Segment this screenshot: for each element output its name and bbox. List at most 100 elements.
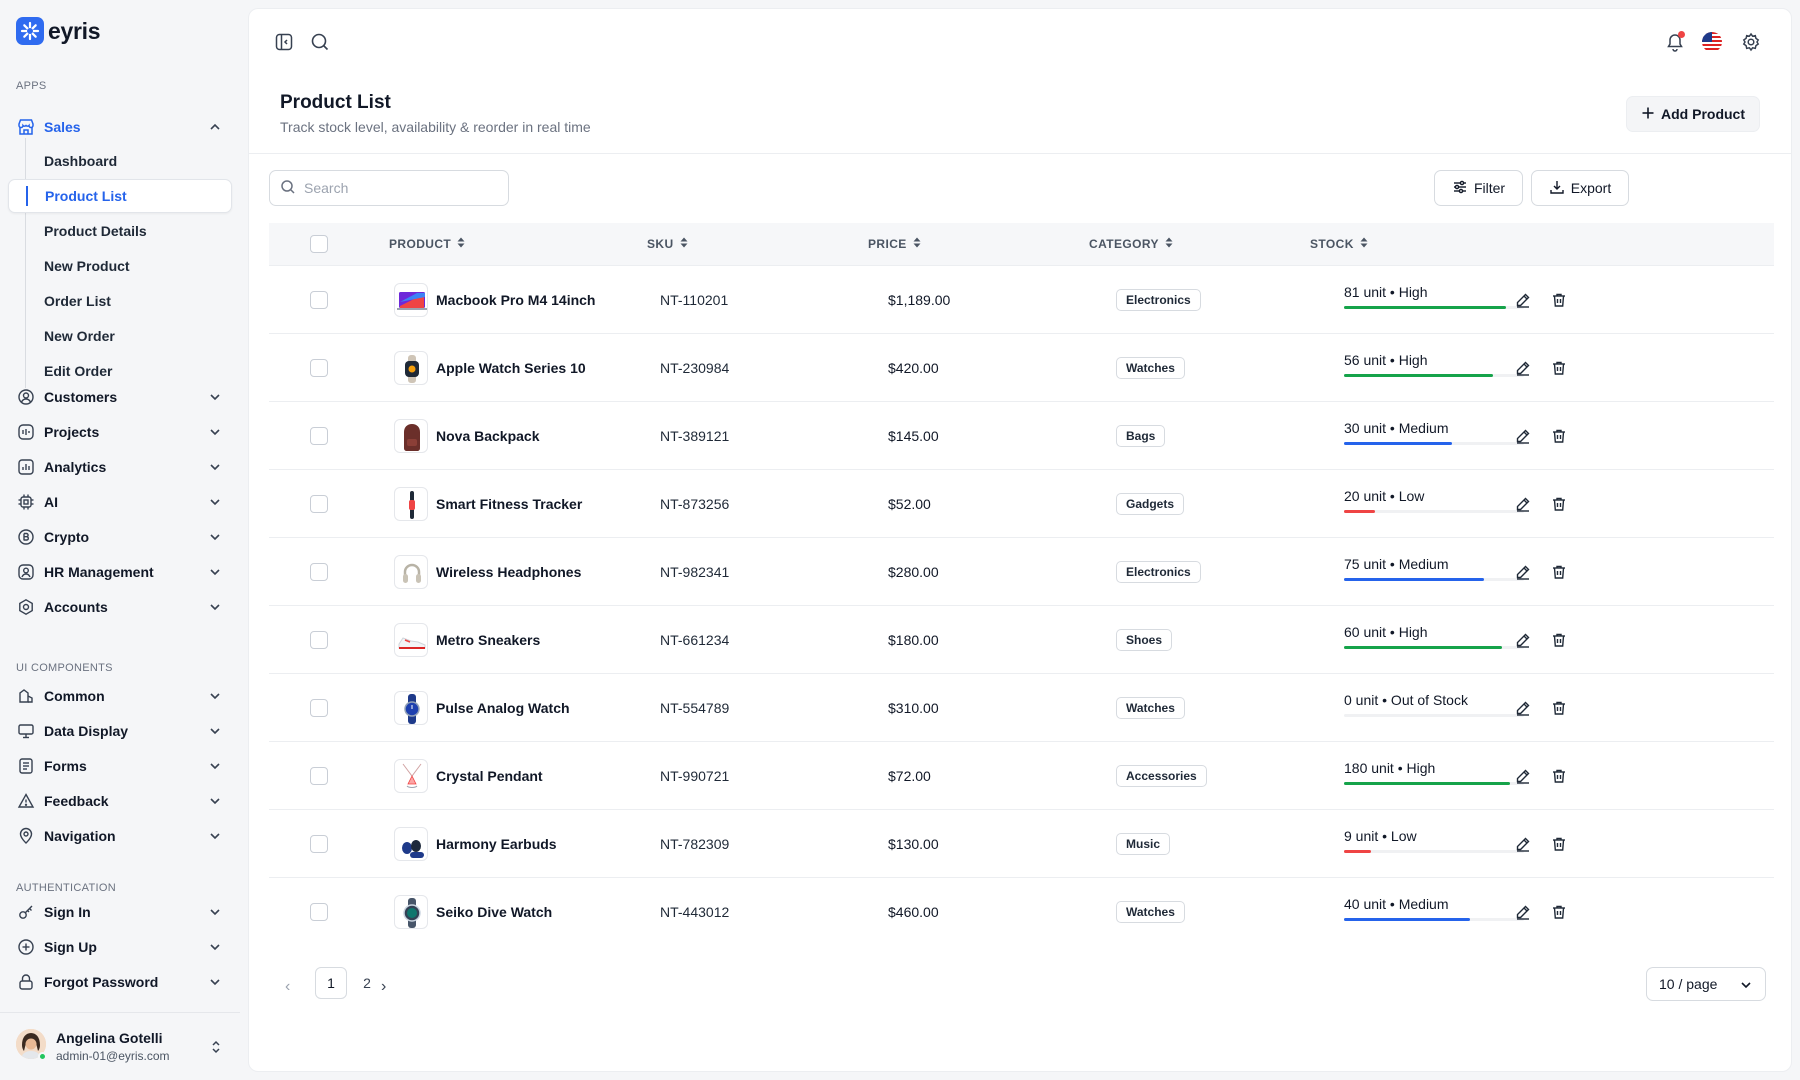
- sidebar-item-common[interactable]: Common: [8, 680, 232, 712]
- table-row[interactable]: Wireless Headphones NT-982341 $280.00 Elect…: [269, 537, 1774, 605]
- column-header-price[interactable]: PRICE: [868, 237, 921, 251]
- row-checkbox[interactable]: [310, 563, 328, 581]
- edit-icon[interactable]: [1513, 834, 1533, 854]
- column-header-sku[interactable]: SKU: [647, 237, 688, 251]
- sidebar-item-crypto[interactable]: Crypto: [8, 521, 232, 553]
- product-sku: NT-990721: [660, 768, 730, 784]
- sidebar-subitem-product-list[interactable]: Product List: [8, 179, 232, 213]
- trash-icon[interactable]: [1549, 358, 1569, 378]
- sidebar-item-projects[interactable]: Projects: [8, 416, 232, 448]
- sidebar-item-navigation[interactable]: Navigation: [8, 820, 232, 852]
- edit-icon[interactable]: [1513, 358, 1533, 378]
- row-checkbox[interactable]: [310, 631, 328, 649]
- trash-icon[interactable]: [1549, 766, 1569, 786]
- sidebar-subitem-order-list[interactable]: Order List: [8, 284, 232, 318]
- trash-icon[interactable]: [1549, 834, 1569, 854]
- product-name[interactable]: Nova Backpack: [436, 428, 540, 444]
- user-profile[interactable]: Angelina Gotelli admin-01@eyris.com: [0, 1012, 240, 1080]
- product-name[interactable]: Wireless Headphones: [436, 564, 581, 580]
- sidebar-item-sales[interactable]: Sales: [8, 111, 232, 143]
- table-row[interactable]: Nova Backpack NT-389121 $145.00 Bags 30 unit…: [269, 401, 1774, 469]
- product-name[interactable]: Macbook Pro M4 14inch: [436, 292, 595, 308]
- sidebar-item-sign-in[interactable]: Sign In: [8, 896, 232, 928]
- sidebar-item-forgot-password[interactable]: Forgot Password: [8, 966, 232, 998]
- edit-icon[interactable]: [1513, 290, 1533, 310]
- trash-icon[interactable]: [1549, 902, 1569, 922]
- edit-icon[interactable]: [1513, 426, 1533, 446]
- trash-icon[interactable]: [1549, 426, 1569, 446]
- row-checkbox[interactable]: [310, 835, 328, 853]
- table-row[interactable]: Apple Watch Series 10 NT-230984 $420.00 Wat…: [269, 333, 1774, 401]
- column-header-stock[interactable]: STOCK: [1310, 237, 1368, 251]
- trash-icon[interactable]: [1549, 698, 1569, 718]
- gear-icon[interactable]: [1739, 30, 1763, 54]
- table-row[interactable]: Seiko Dive Watch NT-443012 $460.00 Watches 4…: [269, 877, 1774, 945]
- sidebar-subitem-product-details[interactable]: Product Details: [8, 214, 232, 248]
- export-button[interactable]: Export: [1531, 170, 1629, 206]
- sidebar-subitem-new-product[interactable]: New Product: [8, 249, 232, 283]
- row-checkbox[interactable]: [310, 495, 328, 513]
- row-checkbox[interactable]: [310, 427, 328, 445]
- product-name[interactable]: Apple Watch Series 10: [436, 360, 586, 376]
- sidebar-item-analytics[interactable]: Analytics: [8, 451, 232, 483]
- trash-icon[interactable]: [1549, 494, 1569, 514]
- sidebar-subitem-new-order[interactable]: New Order: [8, 319, 232, 353]
- chevron-updown-icon[interactable]: [210, 1039, 222, 1058]
- row-checkbox[interactable]: [310, 699, 328, 717]
- product-name[interactable]: Harmony Earbuds: [436, 836, 557, 852]
- bell-icon[interactable]: [1663, 30, 1687, 54]
- product-name[interactable]: Smart Fitness Tracker: [436, 496, 582, 512]
- trash-icon[interactable]: [1549, 630, 1569, 650]
- table-row[interactable]: Harmony Earbuds NT-782309 $130.00 Music 9 un…: [269, 809, 1774, 877]
- product-name[interactable]: Crystal Pendant: [436, 768, 543, 784]
- edit-icon[interactable]: [1513, 902, 1533, 922]
- category-badge: Electronics: [1116, 561, 1201, 583]
- brand-logo[interactable]: eyris: [16, 17, 101, 45]
- prev-page-icon[interactable]: ‹: [285, 978, 290, 996]
- sidebar-item-ai[interactable]: AI: [8, 486, 232, 518]
- product-name[interactable]: Seiko Dive Watch: [436, 904, 552, 920]
- edit-icon[interactable]: [1513, 766, 1533, 786]
- product-name[interactable]: Pulse Analog Watch: [436, 700, 570, 716]
- select-all-checkbox[interactable]: [310, 235, 328, 253]
- sidebar-item-forms[interactable]: Forms: [8, 750, 232, 782]
- search-icon[interactable]: [308, 30, 332, 54]
- search-input[interactable]: [304, 180, 494, 196]
- sidebar-item-hr-management[interactable]: HR Management: [8, 556, 232, 588]
- trash-icon[interactable]: [1549, 290, 1569, 310]
- sidebar-subitem-dashboard[interactable]: Dashboard: [8, 144, 232, 178]
- edit-icon[interactable]: [1513, 630, 1533, 650]
- add-product-button[interactable]: Add Product: [1626, 96, 1760, 132]
- trash-icon[interactable]: [1549, 562, 1569, 582]
- sidebar-item-customers[interactable]: Customers: [8, 381, 232, 413]
- row-checkbox[interactable]: [310, 903, 328, 921]
- sidebar-item-sign-up[interactable]: Sign Up: [8, 931, 232, 963]
- page-button-2[interactable]: 2: [351, 967, 383, 999]
- page-button-1[interactable]: 1: [315, 967, 347, 999]
- table-row[interactable]: Pulse Analog Watch NT-554789 $310.00 Watche…: [269, 673, 1774, 741]
- search-box[interactable]: [269, 170, 509, 206]
- next-page-icon[interactable]: ›: [381, 978, 386, 996]
- row-checkbox[interactable]: [310, 767, 328, 785]
- product-name[interactable]: Metro Sneakers: [436, 632, 540, 648]
- table-row[interactable]: Crystal Pendant NT-990721 $72.00 Accessorie…: [269, 741, 1774, 809]
- row-checkbox[interactable]: [310, 359, 328, 377]
- column-header-product[interactable]: PRODUCT: [389, 237, 465, 251]
- sidebar-toggle-icon[interactable]: [272, 30, 296, 54]
- sidebar-item-data-display[interactable]: Data Display: [8, 715, 232, 747]
- table-row[interactable]: Macbook Pro M4 14inch NT-110201 $1,189.00 E…: [269, 265, 1774, 333]
- row-checkbox[interactable]: [310, 291, 328, 309]
- table-row[interactable]: Metro Sneakers NT-661234 $180.00 Shoes 60 un…: [269, 605, 1774, 673]
- filter-button[interactable]: Filter: [1434, 170, 1523, 206]
- edit-icon[interactable]: [1513, 698, 1533, 718]
- page-size-select[interactable]: 10 / page: [1646, 967, 1766, 1001]
- sidebar-item-accounts[interactable]: Accounts: [8, 591, 232, 623]
- column-header-category[interactable]: CATEGORY: [1089, 237, 1173, 251]
- chevron-down-icon: [1739, 978, 1753, 995]
- sidebar-item-feedback[interactable]: Feedback: [8, 785, 232, 817]
- edit-icon[interactable]: [1513, 562, 1533, 582]
- us-flag-icon[interactable]: [1700, 30, 1724, 54]
- table-row[interactable]: Smart Fitness Tracker NT-873256 $52.00 Gadg…: [269, 469, 1774, 537]
- edit-icon[interactable]: [1513, 494, 1533, 514]
- product-thumbnail: [394, 555, 428, 589]
